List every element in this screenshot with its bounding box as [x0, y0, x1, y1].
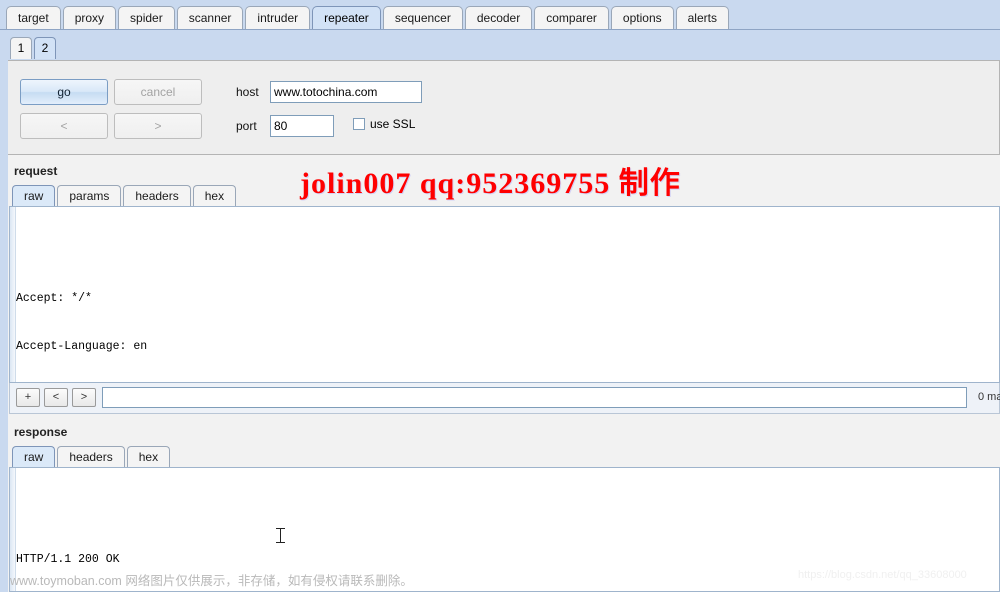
response-tab-hex[interactable]: hex	[126, 446, 171, 467]
search-previous-button[interactable]: <	[44, 388, 68, 407]
port-input[interactable]: 80	[270, 115, 334, 137]
search-input[interactable]	[102, 387, 967, 408]
tab-options[interactable]: options	[610, 6, 674, 29]
previous-request-button[interactable]: <	[20, 113, 108, 139]
next-request-button[interactable]: >	[114, 113, 202, 139]
response-tab-headers[interactable]: headers	[57, 446, 125, 467]
use-ssl-label: use SSL	[370, 117, 416, 131]
tab-alerts[interactable]: alerts	[675, 6, 729, 29]
tab-intruder[interactable]: intruder	[245, 6, 311, 29]
request-control-panel: go cancel < > host www.totochina.com por…	[8, 60, 1000, 155]
sub-tab-1[interactable]: 1	[10, 37, 32, 59]
author-watermark: jolin007 qq:952369755 制作	[300, 167, 681, 200]
host-input[interactable]: www.totochina.com	[270, 81, 422, 103]
request-tab-headers[interactable]: headers	[123, 185, 191, 206]
cancel-button[interactable]: cancel	[114, 79, 202, 105]
response-tab-strip: raw headers hex	[12, 446, 172, 467]
request-tab-strip: raw params headers hex	[12, 185, 238, 206]
tab-spider[interactable]: spider	[118, 6, 175, 29]
request-editor-gutter	[10, 207, 16, 382]
response-line: HTTP/1.1 200 OK	[16, 553, 120, 566]
main-tab-bar: target proxy spider scanner intruder rep…	[0, 0, 1000, 30]
tab-sequencer[interactable]: sequencer	[382, 6, 463, 29]
repeater-sub-tab-strip: 1 2	[10, 37, 58, 59]
request-search-bar: + < > 0 ma	[9, 383, 1000, 414]
response-section-title: response	[14, 425, 68, 439]
go-button[interactable]: go	[20, 79, 108, 105]
match-count-label: 0 ma	[978, 391, 1000, 403]
request-line: Accept-Language: en	[16, 340, 148, 353]
host-label: host	[236, 85, 259, 99]
request-tab-hex[interactable]: hex	[192, 185, 237, 206]
request-line: Accept: */*	[16, 292, 92, 305]
checkbox-box-icon[interactable]	[353, 118, 365, 130]
tab-decoder[interactable]: decoder	[464, 6, 533, 29]
use-ssl-checkbox[interactable]: use SSL	[353, 117, 415, 131]
tab-scanner[interactable]: scanner	[176, 6, 244, 29]
text-cursor-icon	[276, 528, 285, 543]
footer-watermark-cn: www.toymoban.com 网络图片仅供展示，非存储，如有侵权请联系删除。	[10, 574, 413, 588]
left-rail	[0, 60, 8, 592]
request-tab-params[interactable]: params	[57, 185, 122, 206]
footer-watermark-url: https://blog.csdn.net/qq_33608000	[798, 569, 967, 581]
burp-suite-window: target proxy spider scanner intruder rep…	[0, 0, 1000, 592]
repeater-sub-tab-bar: 1 2	[0, 30, 1000, 60]
request-tab-raw[interactable]: raw	[12, 185, 56, 206]
request-section-title: request	[14, 164, 58, 178]
request-editor[interactable]: Accept: */* Accept-Language: en User-Age…	[9, 206, 1000, 383]
tab-comparer[interactable]: comparer	[534, 6, 609, 29]
main-tab-strip: target proxy spider scanner intruder rep…	[6, 6, 731, 29]
tab-repeater[interactable]: repeater	[312, 6, 381, 29]
port-label: port	[236, 119, 257, 133]
search-next-button[interactable]: >	[72, 388, 96, 407]
tab-target[interactable]: target	[6, 6, 61, 29]
sub-tab-2[interactable]: 2	[34, 37, 56, 59]
add-search-button[interactable]: +	[16, 388, 40, 407]
response-tab-raw[interactable]: raw	[12, 446, 56, 467]
tab-proxy[interactable]: proxy	[62, 6, 117, 29]
